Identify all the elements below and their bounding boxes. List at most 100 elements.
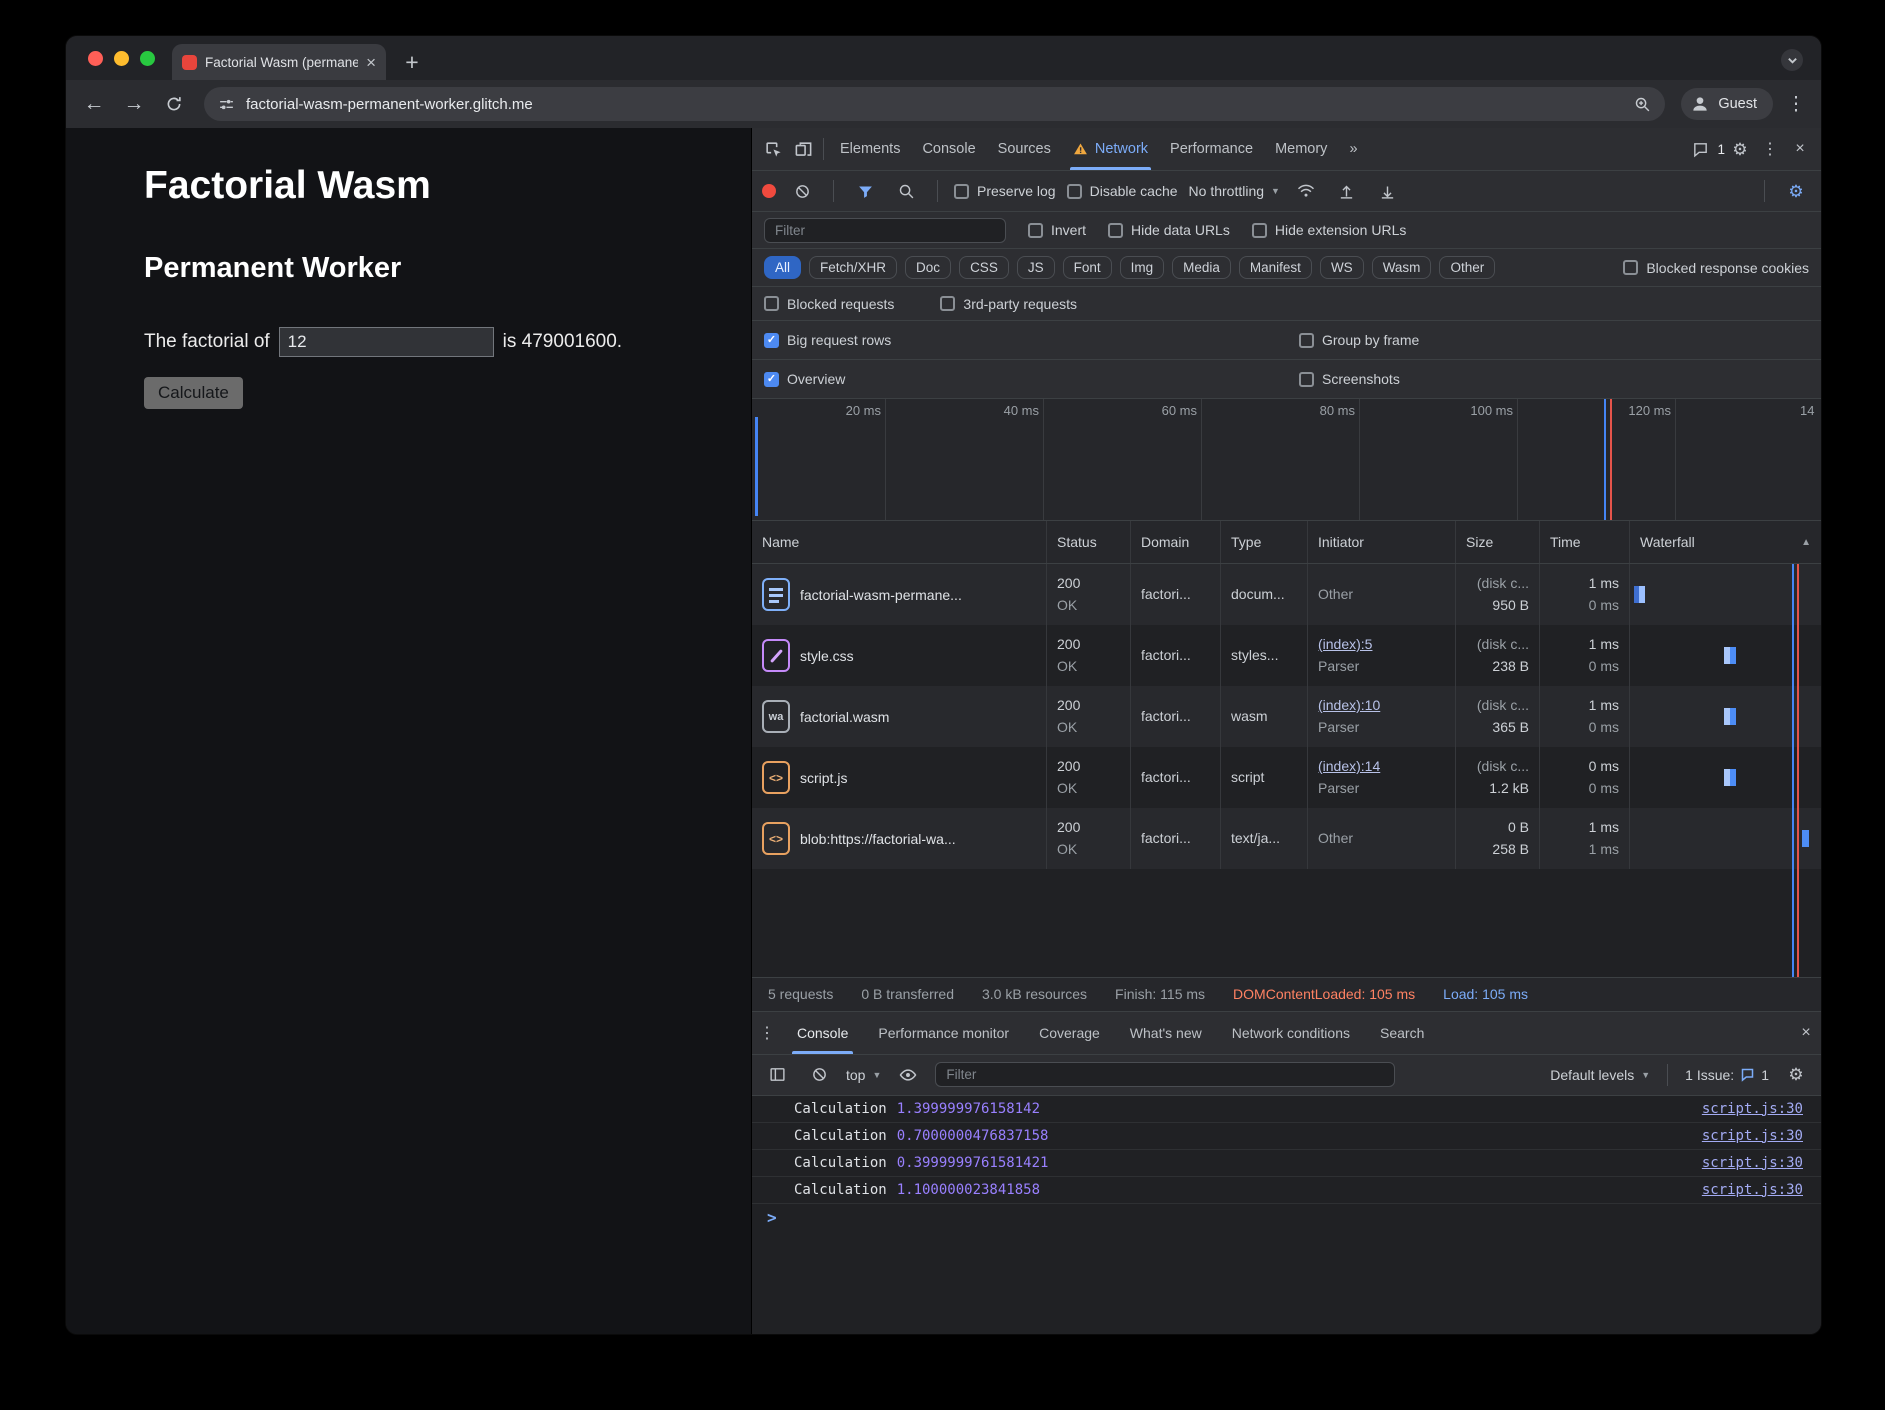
console-message[interactable]: Calculation 0.7000000476837158 script.js…	[752, 1123, 1821, 1150]
invert-checkbox[interactable]: Invert	[1028, 222, 1086, 238]
drawer-tab-network-conditions[interactable]: Network conditions	[1217, 1012, 1365, 1054]
device-toolbar-icon[interactable]	[788, 134, 818, 164]
filter-toggle-icon[interactable]	[850, 176, 880, 206]
message-source-link[interactable]: script.js:30	[1702, 1155, 1803, 1171]
message-source-link[interactable]: script.js:30	[1702, 1101, 1803, 1117]
blocked-response-cookies-checkbox[interactable]: Blocked response cookies	[1623, 260, 1809, 276]
network-request-row[interactable]: factorial-wasm-permane... 200OK factori.…	[752, 564, 1821, 625]
address-bar[interactable]: factorial-wasm-permanent-worker.glitch.m…	[204, 87, 1665, 121]
filter-chip-css[interactable]: CSS	[959, 256, 1009, 279]
hide-extension-urls-checkbox[interactable]: Hide extension URLs	[1252, 222, 1407, 238]
console-clear-icon[interactable]	[804, 1060, 834, 1090]
drawer-tab-console[interactable]: Console	[782, 1012, 863, 1054]
console-message[interactable]: Calculation 1.100000023841858 script.js:…	[752, 1177, 1821, 1204]
initiator-link[interactable]: (index):5	[1318, 634, 1445, 656]
tab-memory[interactable]: Memory	[1264, 128, 1338, 170]
network-request-row[interactable]: <> script.js 200OK factori... script (in…	[752, 747, 1821, 808]
initiator-link[interactable]: (index):14	[1318, 756, 1445, 778]
devtools-menu-button[interactable]: ⋮	[1755, 134, 1785, 164]
network-overview-timeline[interactable]: 20 ms 40 ms 60 ms 80 ms 100 ms 120 ms 14	[752, 399, 1821, 521]
hide-data-urls-checkbox[interactable]: Hide data URLs	[1108, 222, 1230, 238]
message-source-link[interactable]: script.js:30	[1702, 1128, 1803, 1144]
network-filter-input[interactable]	[764, 218, 1006, 243]
tab-close-icon[interactable]: ×	[366, 54, 376, 71]
filter-chip-manifest[interactable]: Manifest	[1239, 256, 1312, 279]
devtools-settings-icon[interactable]: ⚙	[1725, 134, 1755, 164]
network-settings-icon[interactable]: ⚙	[1781, 176, 1811, 206]
filter-chip-media[interactable]: Media	[1172, 256, 1231, 279]
screenshots-checkbox[interactable]: Screenshots	[1299, 371, 1400, 387]
third-party-requests-checkbox[interactable]: 3rd-party requests	[940, 296, 1077, 312]
factorial-input[interactable]	[279, 327, 494, 357]
inspect-icon[interactable]	[758, 134, 788, 164]
tab-search-button[interactable]	[1781, 49, 1803, 71]
issues-counter[interactable]	[1685, 134, 1715, 164]
drawer-close-button[interactable]: ×	[1791, 1018, 1821, 1048]
overview-checkbox[interactable]: ✓ Overview	[764, 371, 845, 387]
preserve-log-checkbox[interactable]: Preserve log	[954, 183, 1056, 199]
browser-tab[interactable]: Factorial Wasm (permanent W ×	[172, 44, 386, 80]
drawer-tab-performance-monitor[interactable]: Performance monitor	[863, 1012, 1024, 1054]
disable-cache-checkbox[interactable]: Disable cache	[1067, 183, 1178, 199]
console-message[interactable]: Calculation 0.3999999761581421 script.js…	[752, 1150, 1821, 1177]
more-tabs-button[interactable]: »	[1338, 128, 1368, 170]
tab-network[interactable]: Network	[1062, 128, 1159, 170]
filter-chip-wasm[interactable]: Wasm	[1372, 256, 1432, 279]
big-request-rows-checkbox[interactable]: ✓ Big request rows	[764, 332, 891, 348]
drawer-tab-search[interactable]: Search	[1365, 1012, 1439, 1054]
log-levels-select[interactable]: Default levels ▼	[1550, 1067, 1650, 1083]
calculate-button[interactable]: Calculate	[144, 377, 243, 409]
initiator-link[interactable]: (index):10	[1318, 695, 1445, 717]
column-header-size[interactable]: Size	[1456, 521, 1540, 563]
search-icon[interactable]	[891, 176, 921, 206]
back-button[interactable]: ←	[76, 86, 112, 122]
maximize-window-button[interactable]	[140, 51, 155, 66]
drawer-tab-coverage[interactable]: Coverage	[1024, 1012, 1115, 1054]
new-tab-button[interactable]: +	[398, 51, 426, 74]
tab-sources[interactable]: Sources	[987, 128, 1062, 170]
column-header-name[interactable]: Name	[752, 521, 1047, 563]
column-header-status[interactable]: Status	[1047, 521, 1131, 563]
network-request-row[interactable]: <> blob:https://factorial-wa... 200OK fa…	[752, 808, 1821, 869]
column-header-type[interactable]: Type	[1221, 521, 1308, 563]
console-settings-icon[interactable]: ⚙	[1781, 1060, 1811, 1090]
devtools-close-button[interactable]: ×	[1785, 134, 1815, 164]
filter-chip-ws[interactable]: WS	[1320, 256, 1364, 279]
column-header-waterfall[interactable]: Waterfall ▲	[1630, 521, 1821, 563]
issues-link[interactable]: 1 Issue: 1	[1685, 1067, 1769, 1083]
column-header-initiator[interactable]: Initiator	[1308, 521, 1456, 563]
minimize-window-button[interactable]	[114, 51, 129, 66]
column-header-domain[interactable]: Domain	[1131, 521, 1221, 563]
network-request-row[interactable]: wa factorial.wasm 200OK factori... wasm …	[752, 686, 1821, 747]
column-header-time[interactable]: Time	[1540, 521, 1630, 563]
console-context-selector[interactable]: top ▼	[846, 1067, 881, 1083]
console-prompt[interactable]: >	[752, 1204, 1821, 1232]
browser-menu-button[interactable]: ⋮	[1781, 93, 1811, 116]
network-request-row[interactable]: style.css 200OK factori... styles... (in…	[752, 625, 1821, 686]
drawer-menu-icon[interactable]: ⋮	[752, 1018, 782, 1048]
export-har-icon[interactable]	[1373, 176, 1403, 206]
tab-performance[interactable]: Performance	[1159, 128, 1264, 170]
filter-chip-js[interactable]: JS	[1017, 256, 1055, 279]
filter-chip-font[interactable]: Font	[1063, 256, 1112, 279]
message-source-link[interactable]: script.js:30	[1702, 1182, 1803, 1198]
console-message[interactable]: Calculation 1.399999976158142 script.js:…	[752, 1096, 1821, 1123]
filter-chip-img[interactable]: Img	[1120, 256, 1165, 279]
import-har-icon[interactable]	[1332, 176, 1362, 206]
guest-button[interactable]: Guest	[1681, 88, 1773, 120]
clear-button[interactable]	[787, 176, 817, 206]
tab-elements[interactable]: Elements	[829, 128, 911, 170]
drawer-tab-whats-new[interactable]: What's new	[1115, 1012, 1217, 1054]
forward-button[interactable]: →	[116, 86, 152, 122]
filter-chip-other[interactable]: Other	[1439, 256, 1495, 279]
zoom-icon[interactable]	[1634, 96, 1651, 113]
console-sidebar-toggle-icon[interactable]	[762, 1060, 792, 1090]
console-filter-input[interactable]	[935, 1062, 1395, 1087]
close-window-button[interactable]	[88, 51, 103, 66]
filter-chip-fetch-xhr[interactable]: Fetch/XHR	[809, 256, 897, 279]
filter-chip-doc[interactable]: Doc	[905, 256, 951, 279]
record-button[interactable]	[762, 184, 776, 198]
site-settings-icon[interactable]	[218, 96, 235, 113]
tab-console[interactable]: Console	[911, 128, 986, 170]
group-by-frame-checkbox[interactable]: Group by frame	[1299, 332, 1419, 348]
